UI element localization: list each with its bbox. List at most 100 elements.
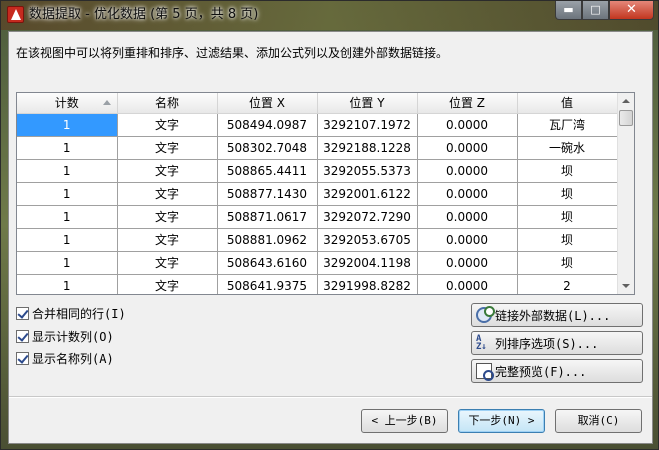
minimize-icon: ▬ bbox=[563, 3, 574, 16]
show-count-option[interactable]: 显示计数列(O) bbox=[16, 328, 114, 344]
cell-position-z[interactable]: 0.0000 bbox=[417, 182, 518, 206]
cell-position-z[interactable]: 0.0000 bbox=[417, 274, 518, 294]
scroll-thumb[interactable] bbox=[619, 110, 633, 126]
link-external-data-label: 链接外部数据(L)... bbox=[495, 308, 611, 323]
cell-name[interactable]: 文字 bbox=[117, 113, 218, 137]
column-sort-options-button[interactable]: A Z↓ 列排序选项(S)... bbox=[471, 331, 643, 355]
cell-value[interactable]: 一碗水 bbox=[517, 136, 618, 160]
cell-name[interactable]: 文字 bbox=[117, 205, 218, 229]
cell-position-y[interactable]: 3292053.6705 bbox=[317, 228, 418, 252]
table-row[interactable]: 1 文字 508871.0617 3292072.7290 0.0000 坝 bbox=[17, 205, 618, 229]
data-table: 计数 名称 位置 X 位置 Y 位置 Z 值 1 文字 508494.0987 329… bbox=[17, 93, 618, 294]
close-icon: ✕ bbox=[626, 2, 637, 17]
show-count-checkbox[interactable] bbox=[16, 329, 29, 343]
cell-count[interactable]: 1 bbox=[17, 251, 118, 275]
table-row[interactable]: 1 文字 508865.4411 3292055.5373 0.0000 坝 bbox=[17, 159, 618, 183]
next-button[interactable]: 下一步(N) > bbox=[458, 409, 545, 433]
separator-line bbox=[9, 396, 652, 398]
cell-name[interactable]: 文字 bbox=[117, 159, 218, 183]
window-title: 数据提取 - 优化数据 (第 5 页，共 8 页) bbox=[29, 7, 259, 22]
cell-position-x[interactable]: 508877.1430 bbox=[217, 182, 318, 206]
cancel-button[interactable]: 取消(C) bbox=[555, 409, 642, 433]
cell-name[interactable]: 文字 bbox=[117, 182, 218, 206]
cell-count[interactable]: 1 bbox=[17, 205, 118, 229]
table-row[interactable]: 1 文字 508643.6160 3292004.1198 0.0000 坝 bbox=[17, 251, 618, 275]
column-header-name[interactable]: 名称 bbox=[117, 93, 218, 114]
scroll-down-icon[interactable] bbox=[622, 284, 630, 288]
cell-position-x[interactable]: 508494.0987 bbox=[217, 113, 318, 137]
vertical-scrollbar[interactable] bbox=[617, 93, 634, 294]
cell-position-z[interactable]: 0.0000 bbox=[417, 159, 518, 183]
close-button[interactable]: ✕ bbox=[609, 1, 654, 20]
cell-position-y[interactable]: 3292072.7290 bbox=[317, 205, 418, 229]
cell-position-x[interactable]: 508881.0962 bbox=[217, 228, 318, 252]
cell-value[interactable]: 坝 bbox=[517, 182, 618, 206]
cell-count[interactable]: 1 bbox=[17, 159, 118, 183]
column-sort-options-label: 列排序选项(S)... bbox=[495, 336, 599, 351]
cell-position-y[interactable]: 3292055.5373 bbox=[317, 159, 418, 183]
cell-position-z[interactable]: 0.0000 bbox=[417, 228, 518, 252]
merge-rows-checkbox[interactable] bbox=[16, 306, 29, 320]
column-header-position-z[interactable]: 位置 Z bbox=[417, 93, 518, 114]
cell-position-x[interactable]: 508871.0617 bbox=[217, 205, 318, 229]
column-header-count[interactable]: 计数 bbox=[17, 93, 118, 114]
cell-position-y[interactable]: 3292001.6122 bbox=[317, 182, 418, 206]
cell-value[interactable]: 瓦厂湾 bbox=[517, 113, 618, 137]
sort-ascending-icon bbox=[102, 100, 111, 105]
link-external-data-button[interactable]: 链接外部数据(L)... bbox=[471, 303, 643, 327]
cell-value[interactable]: 坝 bbox=[517, 228, 618, 252]
show-name-checkbox[interactable] bbox=[16, 351, 29, 365]
show-name-label: 显示名称列(A) bbox=[32, 351, 114, 366]
data-grid[interactable]: 计数 名称 位置 X 位置 Y 位置 Z 值 1 文字 508494.0987 329… bbox=[16, 92, 635, 295]
table-row[interactable]: 1 文字 508877.1430 3292001.6122 0.0000 坝 bbox=[17, 182, 618, 206]
merge-rows-option[interactable]: 合并相同的行(I) bbox=[16, 305, 126, 321]
cell-position-y[interactable]: 3291998.8282 bbox=[317, 274, 418, 294]
table-row[interactable]: 1 文字 508302.7048 3292188.1228 0.0000 一碗水 bbox=[17, 136, 618, 160]
cell-position-y[interactable]: 3292188.1228 bbox=[317, 136, 418, 160]
cell-position-z[interactable]: 0.0000 bbox=[417, 205, 518, 229]
full-preview-label: 完整预览(F)... bbox=[495, 364, 587, 379]
autocad-app-icon[interactable] bbox=[7, 6, 24, 23]
cell-position-z[interactable]: 0.0000 bbox=[417, 136, 518, 160]
cell-value[interactable]: 2 bbox=[517, 274, 618, 294]
header-row: 计数 名称 位置 X 位置 Y 位置 Z 值 bbox=[17, 93, 618, 114]
back-button[interactable]: < 上一步(B) bbox=[361, 409, 448, 433]
cell-position-x[interactable]: 508641.9375 bbox=[217, 274, 318, 294]
show-count-label: 显示计数列(O) bbox=[32, 329, 114, 344]
table-row[interactable]: 1 文字 508641.9375 3291998.8282 0.0000 2 bbox=[17, 274, 618, 294]
cell-name[interactable]: 文字 bbox=[117, 228, 218, 252]
cell-position-y[interactable]: 3292107.1972 bbox=[317, 113, 418, 137]
scroll-up-icon[interactable] bbox=[622, 99, 630, 103]
cell-count[interactable]: 1 bbox=[17, 136, 118, 160]
cell-count[interactable]: 1 bbox=[17, 274, 118, 294]
cell-position-z[interactable]: 0.0000 bbox=[417, 251, 518, 275]
cell-position-z[interactable]: 0.0000 bbox=[417, 113, 518, 137]
cell-value[interactable]: 坝 bbox=[517, 205, 618, 229]
dialog-client-area: 在该视图中可以将列重排和排序、过滤结果、添加公式列以及创建外部数据链接。 计数 … bbox=[8, 31, 653, 444]
show-name-option[interactable]: 显示名称列(A) bbox=[16, 350, 114, 366]
column-header-value[interactable]: 值 bbox=[517, 93, 618, 114]
minimize-button[interactable]: ▬ bbox=[555, 1, 582, 20]
cell-value[interactable]: 坝 bbox=[517, 251, 618, 275]
description-text: 在该视图中可以将列重排和排序、过滤结果、添加公式列以及创建外部数据链接。 bbox=[16, 46, 449, 60]
dialog-window: 数据提取 - 优化数据 (第 5 页，共 8 页) ▬ □ ✕ 在该视图中可以将… bbox=[0, 0, 659, 450]
full-preview-button[interactable]: 完整预览(F)... bbox=[471, 359, 643, 383]
column-header-position-y[interactable]: 位置 Y bbox=[317, 93, 418, 114]
cell-value[interactable]: 坝 bbox=[517, 159, 618, 183]
cell-position-x[interactable]: 508643.6160 bbox=[217, 251, 318, 275]
sort-az-icon: A Z↓ bbox=[476, 334, 487, 352]
cell-position-x[interactable]: 508302.7048 bbox=[217, 136, 318, 160]
table-row[interactable]: 1 文字 508881.0962 3292053.6705 0.0000 坝 bbox=[17, 228, 618, 252]
cell-name[interactable]: 文字 bbox=[117, 251, 218, 275]
cell-name[interactable]: 文字 bbox=[117, 274, 218, 294]
cell-count[interactable]: 1 bbox=[17, 228, 118, 252]
cell-position-x[interactable]: 508865.4411 bbox=[217, 159, 318, 183]
cell-position-y[interactable]: 3292004.1198 bbox=[317, 251, 418, 275]
cell-count[interactable]: 1 bbox=[17, 182, 118, 206]
cell-name[interactable]: 文字 bbox=[117, 136, 218, 160]
cell-count[interactable]: 1 bbox=[17, 113, 118, 137]
column-header-position-x[interactable]: 位置 X bbox=[217, 93, 318, 114]
maximize-icon: □ bbox=[590, 3, 601, 16]
table-row[interactable]: 1 文字 508494.0987 3292107.1972 0.0000 瓦厂湾 bbox=[17, 113, 618, 137]
maximize-button[interactable]: □ bbox=[582, 1, 609, 20]
